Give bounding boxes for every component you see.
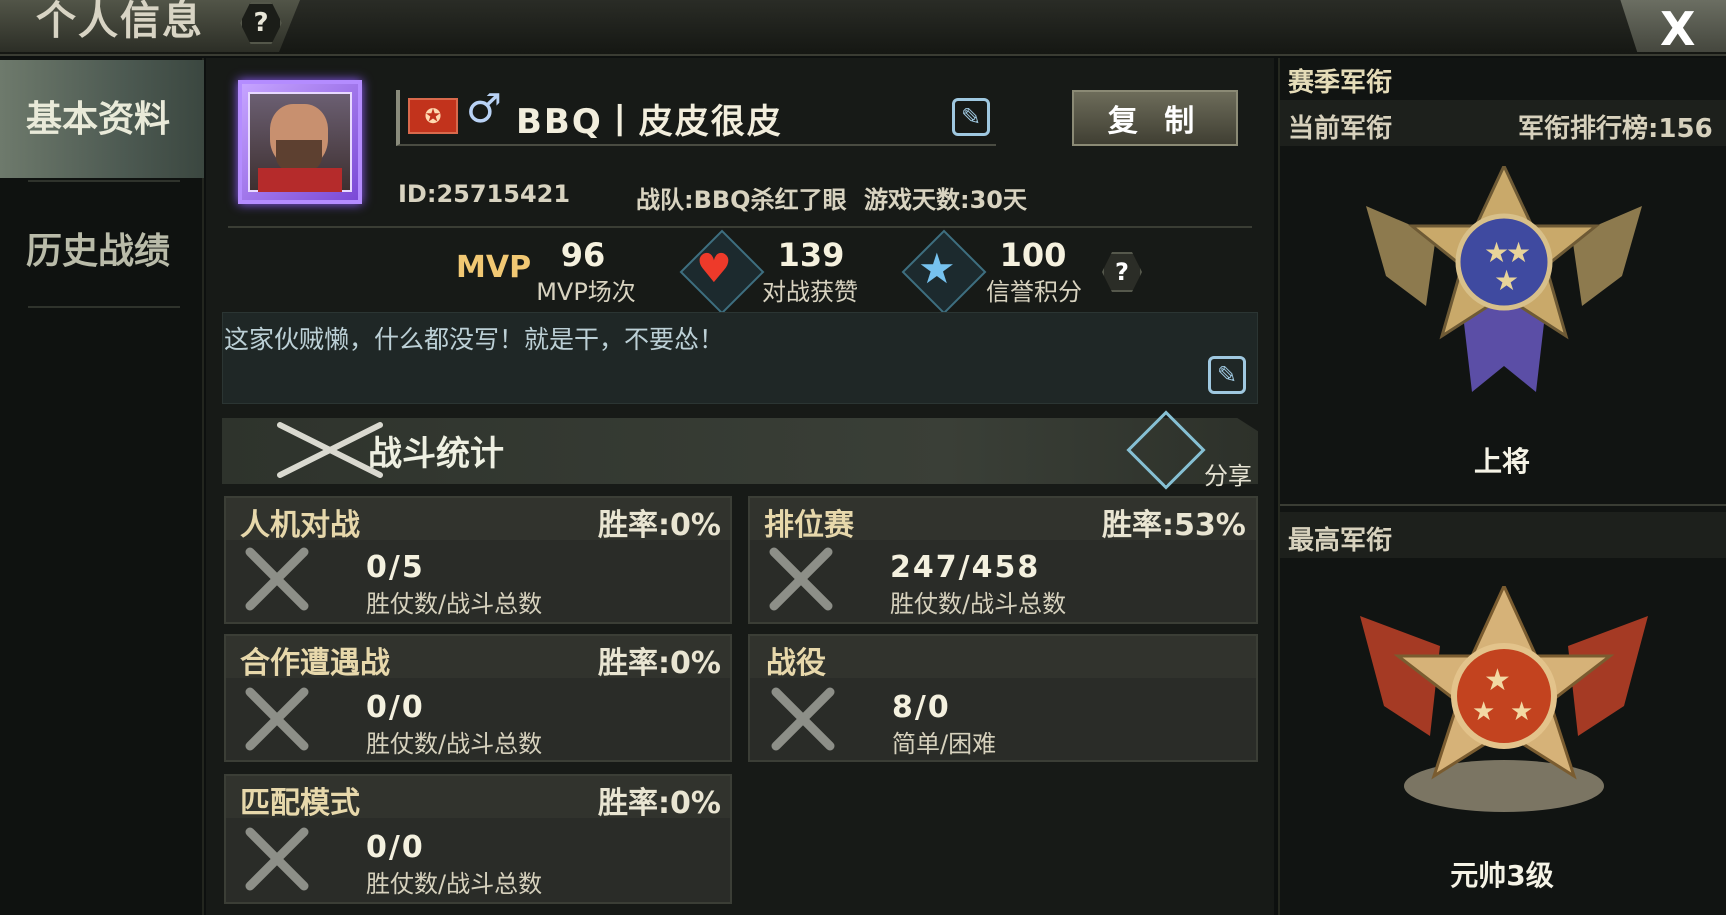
current-rank-label: 当前军衔 (1288, 114, 1393, 144)
likes-label: 对战获赞 (762, 278, 858, 306)
highest-rank-name: 元帅3级 (1450, 859, 1554, 892)
window-title: 个人信息 (36, 0, 204, 44)
card-value: 247/458 (890, 550, 1041, 585)
win-rate: 胜率:53% (1102, 508, 1246, 543)
swords-icon (245, 687, 309, 751)
combat-stats-title: 战斗统计 (368, 434, 504, 474)
male-icon: ♂ (466, 86, 502, 132)
general-rank-icon: ★ ★ ★ (1366, 166, 1642, 392)
svg-text:★: ★ (1484, 663, 1511, 698)
edit-signature-icon[interactable]: ✎ (1208, 356, 1246, 394)
swords-icon (769, 547, 833, 611)
star-icon: ★ (918, 244, 956, 293)
win-rate: 胜率:0% (598, 646, 721, 681)
team-name: 战队:BBQ杀红了眼 (636, 186, 847, 214)
edit-name-icon[interactable]: ✎ (952, 98, 990, 136)
swords-icon (245, 827, 309, 891)
svg-text:★: ★ (1494, 264, 1519, 297)
rank-leaderboard-link[interactable]: 军衔排行榜:156 (1518, 108, 1713, 145)
divider (28, 180, 180, 182)
card-sub-label: 胜仗数/战斗总数 (366, 870, 543, 898)
card-title: 匹配模式 (240, 786, 360, 821)
season-rank-header: 赛季军衔 (1288, 68, 1393, 98)
svg-text:★: ★ (1510, 697, 1533, 727)
avatar-body (258, 168, 342, 192)
card-title: 合作遭遇战 (240, 646, 390, 681)
sidebar-item-label: 基本资料 (26, 99, 171, 140)
close-icon[interactable]: X (1660, 2, 1695, 56)
card-title: 战役 (766, 646, 826, 681)
marshal-rank-icon: ★ ★ ★ (1360, 586, 1648, 812)
current-rank-name: 上将 (1473, 445, 1530, 478)
swords-icon (771, 687, 835, 751)
card-sub-label: 胜仗数/战斗总数 (366, 730, 543, 758)
swords-icon (245, 547, 309, 611)
svg-text:★: ★ (1472, 697, 1495, 727)
signature-text: 这家伙贼懒，什么都没写！就是干，不要怂！ (224, 325, 725, 354)
sidebar (0, 58, 204, 915)
card-sub-label: 胜仗数/战斗总数 (890, 590, 1067, 618)
highest-rank-label: 最高军衔 (1288, 526, 1393, 556)
card-sub-label: 简单/困难 (892, 730, 997, 758)
divider (28, 306, 180, 308)
mvp-count: 96 (560, 236, 606, 274)
card-value: 0/0 (366, 690, 425, 725)
heart-icon: ♥ (696, 246, 732, 292)
copy-button[interactable]: 复 制 (1072, 90, 1238, 146)
card-value: 8/0 (892, 690, 951, 725)
win-rate: 胜率:0% (598, 786, 721, 821)
divider (228, 226, 1252, 228)
credit-label: 信誉积分 (986, 278, 1082, 306)
player-name: BBQ丨皮皮很皮 (516, 102, 783, 142)
credit-score: 100 (999, 236, 1067, 274)
share-label[interactable]: 分享 (1204, 456, 1252, 491)
player-id: ID:25715421 (398, 180, 571, 208)
mvp-label: MVP场次 (536, 278, 636, 306)
card-title: 人机对战 (240, 508, 360, 543)
win-rate: 胜率:0% (598, 508, 721, 543)
likes-count: 139 (777, 236, 845, 274)
divider (1280, 504, 1726, 506)
rank-badge-icon: ✪ (408, 98, 458, 134)
card-value: 0/5 (366, 550, 425, 585)
play-days: 游戏天数:30天 (864, 186, 1027, 214)
card-sub-label: 胜仗数/战斗总数 (366, 590, 543, 618)
card-value: 0/0 (366, 830, 425, 865)
card-title: 排位赛 (764, 508, 854, 543)
sidebar-item-history[interactable]: 历史战绩 (26, 222, 170, 274)
